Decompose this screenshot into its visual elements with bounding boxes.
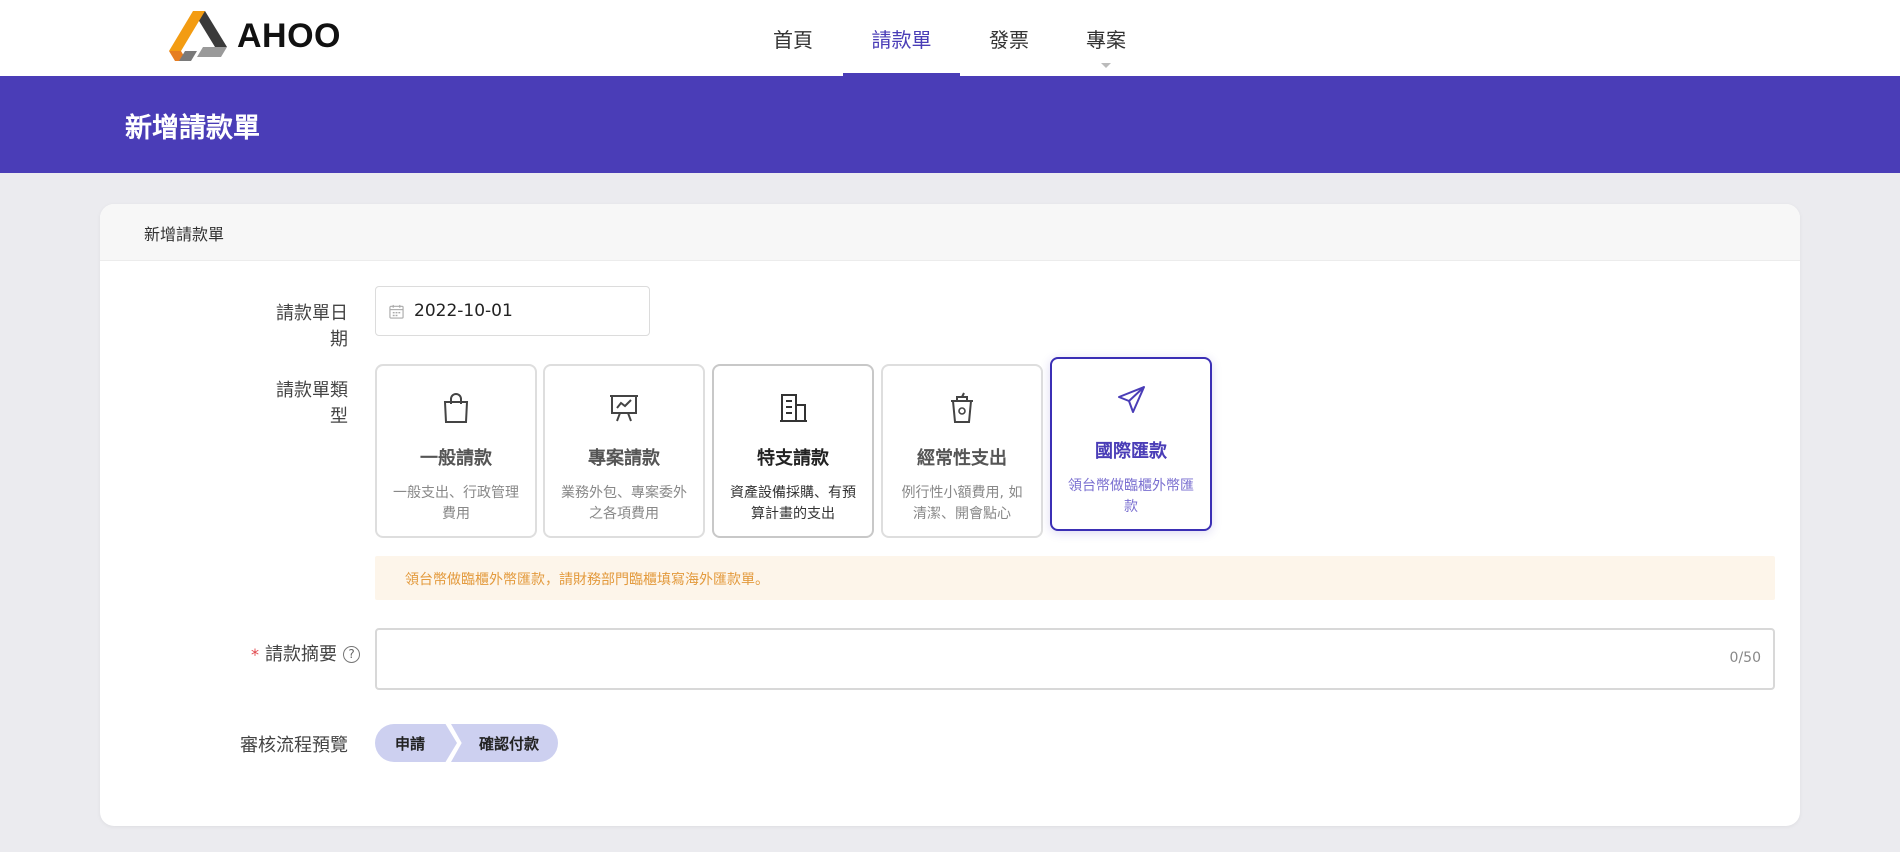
shopping-bag-icon <box>377 392 535 426</box>
building-icon <box>714 392 872 426</box>
type-option-project[interactable]: 專案請款 業務外包、專案委外之各項費用 <box>543 364 705 538</box>
type-option-international[interactable]: 國際匯款 領台幣做臨櫃外幣匯款 <box>1050 357 1212 531</box>
cup-icon <box>883 392 1041 426</box>
info-notice: 領台幣做臨櫃外幣匯款，請財務部門臨櫃填寫海外匯款單。 <box>375 556 1775 600</box>
calendar-icon <box>389 304 404 319</box>
page-header-band: 新增請款單 <box>0 76 1900 173</box>
flow-label: 審核流程預覽 <box>240 735 348 756</box>
type-description: 資產設備採購、有預算計畫的支出 <box>730 485 856 522</box>
type-description: 例行性小額費用, 如清潔、開會點心 <box>901 485 1023 522</box>
type-description: 一般支出、行政管理費用 <box>393 485 519 522</box>
type-title: 特支請款 <box>757 448 829 469</box>
brand-logo[interactable]: AHOO <box>169 11 341 61</box>
date-label: 請款單日期 <box>276 303 348 350</box>
notice-text: 領台幣做臨櫃外幣匯款，請財務部門臨櫃填寫海外匯款單。 <box>405 572 769 588</box>
type-title: 一般請款 <box>420 448 492 469</box>
date-picker-input[interactable]: 2022-10-01 <box>375 286 650 336</box>
nav-payment-requests[interactable]: 請款單 <box>843 0 960 76</box>
chevron-down-icon <box>1101 63 1111 68</box>
required-mark: * <box>251 645 259 664</box>
nav-home-label: 首頁 <box>773 27 813 52</box>
card-title: 新增請款單 <box>144 225 225 244</box>
character-counter: 0/50 <box>1729 650 1761 666</box>
flow-step: 申請 <box>375 724 457 762</box>
nav-projects-label: 專案 <box>1086 27 1126 52</box>
type-description: 領台幣做臨櫃外幣匯款 <box>1068 478 1194 515</box>
type-title: 經常性支出 <box>917 448 1007 469</box>
nav-invoices-label: 發票 <box>989 27 1029 52</box>
type-title: 專案請款 <box>588 448 660 469</box>
nav-home[interactable]: 首頁 <box>758 0 828 76</box>
flow-step: 確認付款 <box>451 724 558 762</box>
presentation-board-icon <box>545 392 703 426</box>
help-icon[interactable]: ? <box>343 646 360 663</box>
summary-label-row: * 請款摘要? <box>230 640 360 666</box>
nav-payment-requests-label: 請款單 <box>871 27 932 52</box>
nav-projects[interactable]: 專案 <box>1070 0 1142 76</box>
top-navbar: AHOO 首頁 請款單 發票 專案 <box>0 0 1900 76</box>
page-title: 新增請款單 <box>125 113 260 144</box>
approval-flow: 申請 確認付款 <box>375 724 558 762</box>
type-option-recurring[interactable]: 經常性支出 例行性小額費用, 如清潔、開會點心 <box>881 364 1043 538</box>
form-card: 新增請款單 請款單日期 2022-10-01 請款單類型 一般請款 一般支出、行… <box>100 204 1800 826</box>
send-arrow-icon <box>1052 385 1210 419</box>
summary-label: 請款摘要 <box>265 644 337 665</box>
date-value: 2022-10-01 <box>414 301 513 321</box>
card-header: 新增請款單 <box>100 204 1800 261</box>
type-option-special[interactable]: 特支請款 資產設備採購、有預算計畫的支出 <box>712 364 874 538</box>
nav-invoices[interactable]: 發票 <box>973 0 1045 76</box>
summary-textarea[interactable]: 0/50 <box>375 628 1775 690</box>
brand-name: AHOO <box>237 16 341 55</box>
type-option-general[interactable]: 一般請款 一般支出、行政管理費用 <box>375 364 537 538</box>
type-title: 國際匯款 <box>1095 441 1167 462</box>
type-label: 請款單類型 <box>276 380 348 427</box>
ahoo-logo-icon <box>169 11 227 61</box>
type-description: 業務外包、專案委外之各項費用 <box>561 485 687 522</box>
